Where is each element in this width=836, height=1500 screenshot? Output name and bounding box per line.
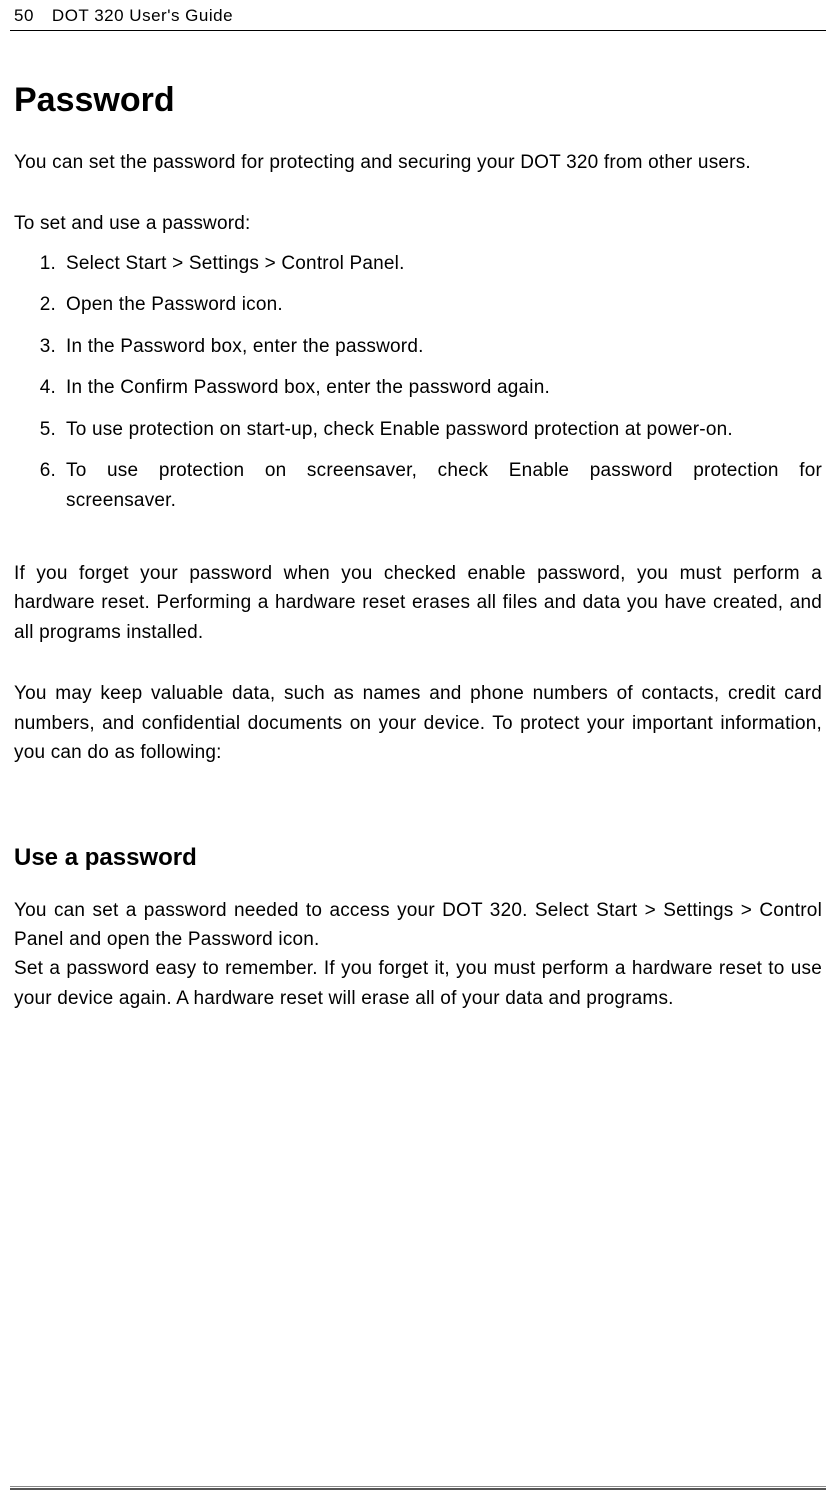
list-number: 5.	[26, 415, 56, 444]
guide-title: DOT 320 User's Guide	[52, 6, 233, 26]
list-number: 2.	[26, 290, 56, 319]
list-text-line1: To use protection on screensaver, check …	[66, 456, 822, 485]
steps-intro-text: To set and use a password:	[14, 209, 822, 238]
valuable-data-text: You may keep valuable data, such as name…	[14, 679, 822, 767]
page-header: 50 DOT 320 User's Guide	[10, 0, 826, 31]
page-number: 50	[10, 6, 34, 26]
use-password-para1: You can set a password needed to access …	[14, 896, 822, 955]
list-number: 6.	[26, 456, 56, 485]
list-item: 2. Open the Password icon.	[66, 290, 822, 319]
footer-divider	[10, 1486, 826, 1490]
password-steps-list: 1. Select Start > Settings > Control Pan…	[14, 249, 822, 515]
list-item: 1. Select Start > Settings > Control Pan…	[66, 249, 822, 278]
list-text-line2: screensaver.	[66, 486, 822, 515]
forget-password-text: If you forget your password when you che…	[14, 559, 822, 647]
list-number: 4.	[26, 373, 56, 402]
list-number: 1.	[26, 249, 56, 278]
list-item: 6. To use protection on screensaver, che…	[66, 456, 822, 515]
list-item: 3. In the Password box, enter the passwo…	[66, 332, 822, 361]
section-heading-use-password: Use a password	[14, 844, 822, 872]
list-text: To use protection on start-up, check Ena…	[66, 419, 733, 440]
list-item: 4. In the Confirm Password box, enter th…	[66, 373, 822, 402]
list-text: In the Password box, enter the password.	[66, 336, 424, 357]
list-text: In the Confirm Password box, enter the p…	[66, 377, 550, 398]
password-intro-text: You can set the password for protecting …	[14, 148, 822, 177]
page-content: Password You can set the password for pr…	[10, 81, 826, 1013]
list-number: 3.	[26, 332, 56, 361]
list-text: Select Start > Settings > Control Panel.	[66, 253, 405, 274]
list-item: 5. To use protection on start-up, check …	[66, 415, 822, 444]
section-heading-password: Password	[14, 81, 822, 120]
use-password-para2: Set a password easy to remember. If you …	[14, 954, 822, 1013]
list-text: Open the Password icon.	[66, 294, 283, 315]
